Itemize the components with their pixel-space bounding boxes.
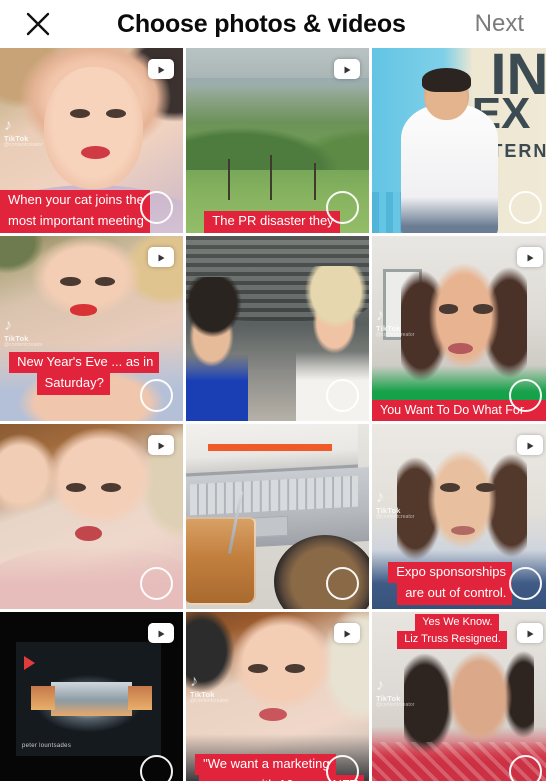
select-checkbox[interactable] xyxy=(326,191,359,224)
reel-icon xyxy=(332,54,362,84)
select-checkbox[interactable] xyxy=(509,191,542,224)
media-thumbnail[interactable]: ♪ TikTok @contentcreator "We want a mark… xyxy=(186,612,369,781)
select-checkbox[interactable] xyxy=(326,755,359,781)
select-checkbox[interactable] xyxy=(140,755,173,781)
reel-icon xyxy=(146,618,176,648)
media-thumbnail[interactable]: peter lountsades xyxy=(0,612,183,781)
media-thumbnail[interactable] xyxy=(186,424,369,609)
select-checkbox[interactable] xyxy=(140,191,173,224)
media-thumbnail[interactable]: ♪ TikTok @contentcreator Expo sponsorshi… xyxy=(372,424,546,609)
media-thumbnail[interactable]: The PR disaster they xyxy=(186,48,369,233)
media-grid: ♪ TikTok @contentcreator When your cat j… xyxy=(0,48,546,781)
reel-icon xyxy=(146,54,176,84)
media-thumbnail[interactable]: ♪ TikTok @contentcreator You Want To Do … xyxy=(372,236,546,421)
select-checkbox[interactable] xyxy=(326,379,359,412)
reel-icon xyxy=(515,430,545,460)
media-thumbnail[interactable]: ♪ TikTok @contentcreator Yes We Know. Li… xyxy=(372,612,546,781)
reel-icon xyxy=(515,618,545,648)
header-bar: Choose photos & videos Next xyxy=(0,0,546,48)
select-checkbox[interactable] xyxy=(140,379,173,412)
page-title: Choose photos & videos xyxy=(116,9,406,38)
select-checkbox[interactable] xyxy=(509,379,542,412)
media-thumbnail[interactable]: ♪ TikTok @contentcreator When your cat j… xyxy=(0,48,183,233)
reel-icon xyxy=(146,430,176,460)
next-button[interactable]: Next xyxy=(475,10,524,38)
media-thumbnail[interactable]: ♪ TikTok @contentcreator New Year's Eve … xyxy=(0,236,183,421)
media-thumbnail[interactable] xyxy=(186,236,369,421)
media-thumbnail[interactable] xyxy=(0,424,183,609)
select-checkbox[interactable] xyxy=(140,567,173,600)
reel-icon xyxy=(332,618,362,648)
select-checkbox[interactable] xyxy=(509,567,542,600)
select-checkbox[interactable] xyxy=(326,567,359,600)
reel-icon xyxy=(515,242,545,272)
select-checkbox[interactable] xyxy=(509,755,542,781)
video-overlay-label: peter lountsades xyxy=(21,742,72,749)
reel-icon xyxy=(146,242,176,272)
media-thumbnail[interactable]: IN EX INTERN xyxy=(372,48,546,233)
play-icon xyxy=(23,656,35,671)
